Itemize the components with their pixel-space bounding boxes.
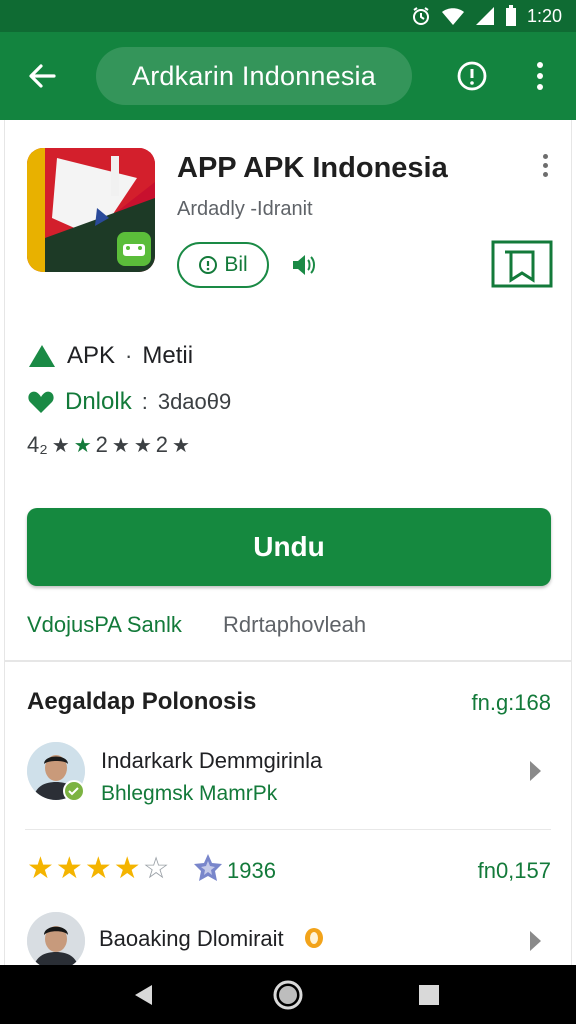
badge-star-icon	[194, 854, 222, 881]
review-author-subtitle: Bhlegmsk MamrPk	[101, 782, 278, 805]
star-rating: ★ ★ ★ ★ ☆	[27, 854, 170, 884]
status-bar: 1:20	[0, 0, 576, 32]
back-button[interactable]	[22, 56, 62, 96]
rating-line: 4₂ ★ ★ 2 ★ ★ 2 ★	[27, 432, 190, 458]
triangle-icon	[29, 345, 55, 367]
battery-icon	[505, 5, 517, 27]
search-pill[interactable]: Ardkarin Indonnesia	[96, 47, 412, 105]
arrow-back-icon	[29, 64, 56, 88]
app-details-card: APP APK Indonesia Ardadly -Idranit Bil A…	[4, 120, 572, 970]
chip-button[interactable]: Bil	[177, 242, 269, 288]
avatar[interactable]	[27, 912, 85, 970]
info-icon	[457, 61, 487, 91]
chevron-right-icon[interactable]	[525, 756, 545, 786]
more-vert-icon	[542, 154, 548, 159]
app-developer[interactable]: Ardadly -Idranit	[177, 198, 313, 221]
system-nav-bar	[0, 965, 576, 1024]
overflow-menu-button[interactable]	[522, 56, 558, 96]
nav-back-icon[interactable]	[132, 983, 156, 1007]
review-author-name[interactable]: Baoaking Dlomirait	[99, 926, 284, 952]
bookmark-button[interactable]	[491, 240, 553, 288]
rating-text: 2	[155, 432, 169, 457]
badge-value: 1936	[227, 858, 276, 883]
more-vert-icon	[537, 62, 543, 90]
star-icon: ★	[172, 434, 190, 457]
wifi-icon	[441, 6, 465, 26]
rating-count[interactable]: fn0,157	[478, 858, 551, 884]
meta-label: Dnlolk	[65, 388, 132, 415]
status-time: 1:20	[526, 5, 562, 26]
star-icon: ★	[73, 434, 92, 457]
meta-row-downloads: Dnlolk : 3daoθ9	[27, 388, 231, 416]
meta-separator: :	[141, 389, 148, 414]
chevron-right-icon[interactable]	[525, 926, 545, 956]
meta-value: 3daoθ9	[157, 389, 232, 414]
gold-badge-icon	[305, 928, 323, 948]
verified-badge-icon	[63, 780, 85, 802]
heart-icon	[28, 391, 54, 413]
chip-label: Bil	[224, 253, 248, 276]
nav-home-icon[interactable]	[272, 979, 304, 1011]
install-button[interactable]: Undu	[27, 508, 551, 586]
signal-icon	[475, 6, 495, 26]
app-more-menu[interactable]	[535, 154, 555, 184]
review-author-name[interactable]: Indarkark Demmgirinla	[101, 748, 322, 774]
nav-recents-icon[interactable]	[418, 984, 440, 1006]
info-icon	[199, 256, 218, 274]
app-bar: Ardkarin Indonnesia	[0, 32, 576, 120]
star-icon: ★	[55, 852, 83, 885]
bookmark-icon	[491, 240, 553, 288]
app-icon[interactable]	[27, 148, 155, 272]
speaker-button[interactable]	[287, 248, 321, 282]
app-title: APP APK Indonesia	[177, 152, 448, 184]
meta-separator: ·	[125, 343, 133, 368]
star-icon: ★	[111, 434, 130, 457]
speaker-icon	[293, 255, 315, 275]
row-divider	[25, 829, 551, 830]
star-outline-icon: ☆	[142, 852, 170, 885]
star-icon: ★	[133, 434, 152, 457]
star-icon: ★	[84, 852, 112, 885]
secondary-link[interactable]: Rdrtaphovleah	[223, 612, 366, 638]
star-icon: ★	[113, 852, 141, 885]
info-button[interactable]	[452, 56, 492, 96]
status-icons: 1:20	[411, 5, 562, 27]
section-title: Aegaldap Polonosis	[27, 688, 257, 715]
rating-prefix: 4₂	[27, 432, 48, 457]
star-icon: ★	[27, 852, 54, 885]
meta-label: APK	[67, 342, 116, 369]
section-count[interactable]: fn.g:168	[471, 690, 551, 716]
meta-value: Metii	[142, 342, 194, 369]
star-icon: ★	[51, 434, 70, 457]
primary-link[interactable]: VdojusPA Sanlk	[27, 612, 182, 638]
section-divider	[5, 660, 571, 662]
rating-text: 2	[95, 432, 108, 457]
alarm-icon	[411, 6, 431, 26]
meta-row-type: APK · Metii	[27, 342, 193, 370]
